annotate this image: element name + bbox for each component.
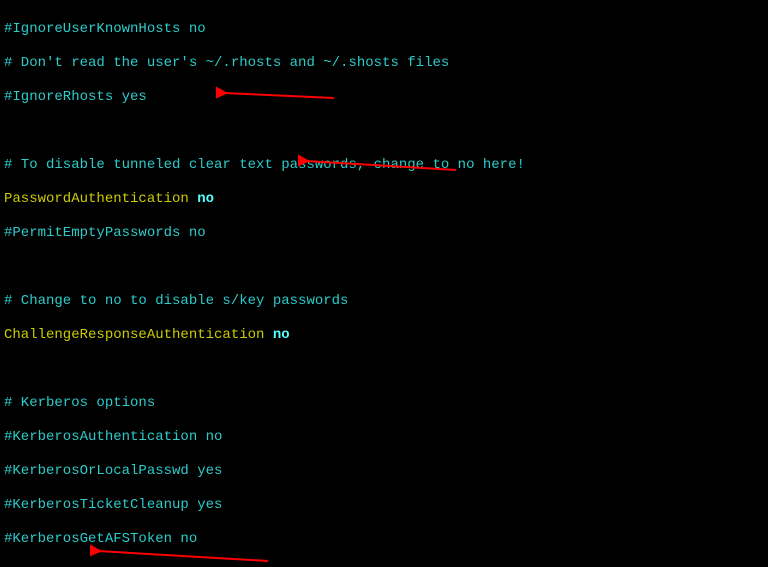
config-line: #PermitEmptyPasswords no <box>4 225 764 242</box>
config-comment: # Change to no to disable s/key password… <box>4 293 764 310</box>
config-line: #KerberosGetAFSToken no <box>4 531 764 548</box>
config-line: #IgnoreRhosts yes <box>4 89 764 106</box>
setting-value: no <box>273 327 290 343</box>
setting-challenge-response-authentication: ChallengeResponseAuthentication no <box>4 327 764 344</box>
config-line: #KerberosOrLocalPasswd yes <box>4 463 764 480</box>
config-line: #KerberosTicketCleanup yes <box>4 497 764 514</box>
setting-value: no <box>197 191 214 207</box>
config-comment: # To disable tunneled clear text passwor… <box>4 157 764 174</box>
blank-line <box>4 259 764 276</box>
terminal-editor[interactable]: #IgnoreUserKnownHosts no # Don't read th… <box>4 4 764 567</box>
config-line: # Don't read the user's ~/.rhosts and ~/… <box>4 55 764 72</box>
config-line: #KerberosAuthentication no <box>4 429 764 446</box>
blank-line <box>4 123 764 140</box>
setting-password-authentication: PasswordAuthentication no <box>4 191 764 208</box>
setting-key: ChallengeResponseAuthentication <box>4 327 264 343</box>
config-comment: # Kerberos options <box>4 395 764 412</box>
config-line: #IgnoreUserKnownHosts no <box>4 21 764 38</box>
blank-line <box>4 361 764 378</box>
setting-key: PasswordAuthentication <box>4 191 189 207</box>
